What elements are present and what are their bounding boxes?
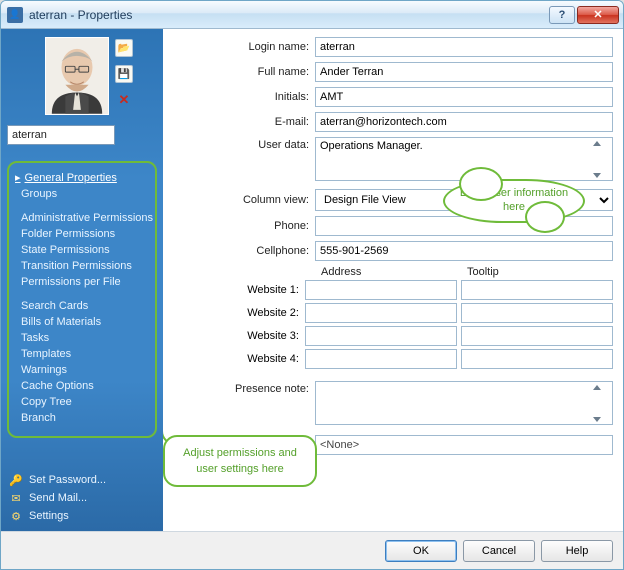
input-website4-address[interactable]	[305, 349, 457, 369]
label-column-view: Column view:	[173, 194, 315, 206]
nav-cache-options[interactable]: Cache Options	[15, 378, 149, 394]
scroll-down-icon[interactable]	[593, 417, 601, 422]
nav-permissions-per-file[interactable]: Permissions per File	[15, 274, 149, 290]
titlebar[interactable]: 👤 aterran - Properties ? ✕	[1, 1, 623, 29]
avatar	[45, 37, 109, 115]
label-website4: Website 4:	[173, 353, 305, 365]
nav-group-highlight: ▸General Properties Groups Administrativ…	[7, 161, 157, 438]
mail-icon: ✉	[9, 491, 23, 505]
nav-general-properties[interactable]: ▸General Properties	[15, 169, 149, 186]
nav-tasks[interactable]: Tasks	[15, 330, 149, 346]
input-phone[interactable]	[315, 216, 613, 236]
input-presence-note[interactable]	[315, 381, 613, 425]
nav-state-permissions[interactable]: State Permissions	[15, 242, 149, 258]
input-website2-address[interactable]	[305, 303, 457, 323]
header-tooltip: Tooltip	[467, 266, 613, 278]
label-website3: Website 3:	[173, 330, 305, 342]
help-titlebar-button[interactable]: ?	[549, 6, 575, 24]
settings-link[interactable]: ⚙Settings	[7, 507, 157, 525]
input-website1-address[interactable]	[305, 280, 457, 300]
nav-search-cards[interactable]: Search Cards	[15, 298, 149, 314]
label-user-data: User data:	[173, 137, 315, 151]
input-website3-address[interactable]	[305, 326, 457, 346]
cancel-button[interactable]: Cancel	[463, 540, 535, 562]
label-website1: Website 1:	[173, 284, 305, 296]
input-website3-tooltip[interactable]	[461, 326, 613, 346]
nav-templates[interactable]: Templates	[15, 346, 149, 362]
callout-enter-user-info: Enter user information here	[443, 179, 585, 223]
label-presence-note: Presence note:	[173, 381, 315, 395]
nav-folder-permissions[interactable]: Folder Permissions	[15, 226, 149, 242]
label-website2: Website 2:	[173, 307, 305, 319]
help-button[interactable]: Help	[541, 540, 613, 562]
sidebar: 📂 💾 ✕ ▸General Properties Groups Adminis…	[1, 29, 163, 531]
avatar-image	[46, 38, 108, 114]
input-website1-tooltip[interactable]	[461, 280, 613, 300]
nav-bom[interactable]: Bills of Materials	[15, 314, 149, 330]
label-cellphone: Cellphone:	[173, 245, 315, 257]
ok-button[interactable]: OK	[385, 540, 457, 562]
scroll-up-icon[interactable]	[593, 385, 601, 390]
input-full-name[interactable]	[315, 62, 613, 82]
properties-window: 👤 aterran - Properties ? ✕	[0, 0, 624, 570]
label-phone: Phone:	[173, 220, 315, 232]
input-website4-tooltip[interactable]	[461, 349, 613, 369]
input-email[interactable]	[315, 112, 613, 132]
nav-groups[interactable]: Groups	[15, 186, 149, 202]
label-login-name: Login name:	[173, 41, 315, 53]
key-icon: 🔑	[9, 473, 23, 487]
user-icon: 👤	[7, 7, 23, 23]
main-panel: Login name: Full name: Initials: E-mail:…	[163, 29, 623, 531]
label-email: E-mail:	[173, 116, 315, 128]
bottom-links: 🔑Set Password... ✉Send Mail... ⚙Settings	[7, 463, 157, 525]
input-initials[interactable]	[315, 87, 613, 107]
username-input[interactable]	[7, 125, 115, 145]
nav-copy-tree[interactable]: Copy Tree	[15, 394, 149, 410]
nav-branch[interactable]: Branch	[15, 410, 149, 426]
header-address: Address	[321, 266, 467, 278]
window-title: aterran - Properties	[29, 8, 547, 22]
nav-admin-permissions[interactable]: Administrative Permissions	[15, 210, 149, 226]
open-image-button[interactable]: 📂	[115, 39, 133, 57]
scroll-down-icon[interactable]	[593, 173, 601, 178]
set-password-link[interactable]: 🔑Set Password...	[7, 471, 157, 489]
input-login-name[interactable]	[315, 37, 613, 57]
callout-adjust-permissions: Adjust permissions and user settings her…	[163, 435, 317, 487]
label-initials: Initials:	[173, 91, 315, 103]
input-none[interactable]	[315, 435, 613, 455]
close-button[interactable]: ✕	[577, 6, 619, 24]
save-image-button[interactable]: 💾	[115, 65, 133, 83]
delete-image-button[interactable]: ✕	[115, 91, 133, 109]
scroll-up-icon[interactable]	[593, 141, 601, 146]
window-body: 📂 💾 ✕ ▸General Properties Groups Adminis…	[1, 29, 623, 531]
nav-transition-permissions[interactable]: Transition Permissions	[15, 258, 149, 274]
input-website2-tooltip[interactable]	[461, 303, 613, 323]
button-bar: OK Cancel Help	[1, 531, 623, 569]
gear-icon: ⚙	[9, 509, 23, 523]
nav-warnings[interactable]: Warnings	[15, 362, 149, 378]
label-full-name: Full name:	[173, 66, 315, 78]
send-mail-link[interactable]: ✉Send Mail...	[7, 489, 157, 507]
input-cellphone[interactable]	[315, 241, 613, 261]
